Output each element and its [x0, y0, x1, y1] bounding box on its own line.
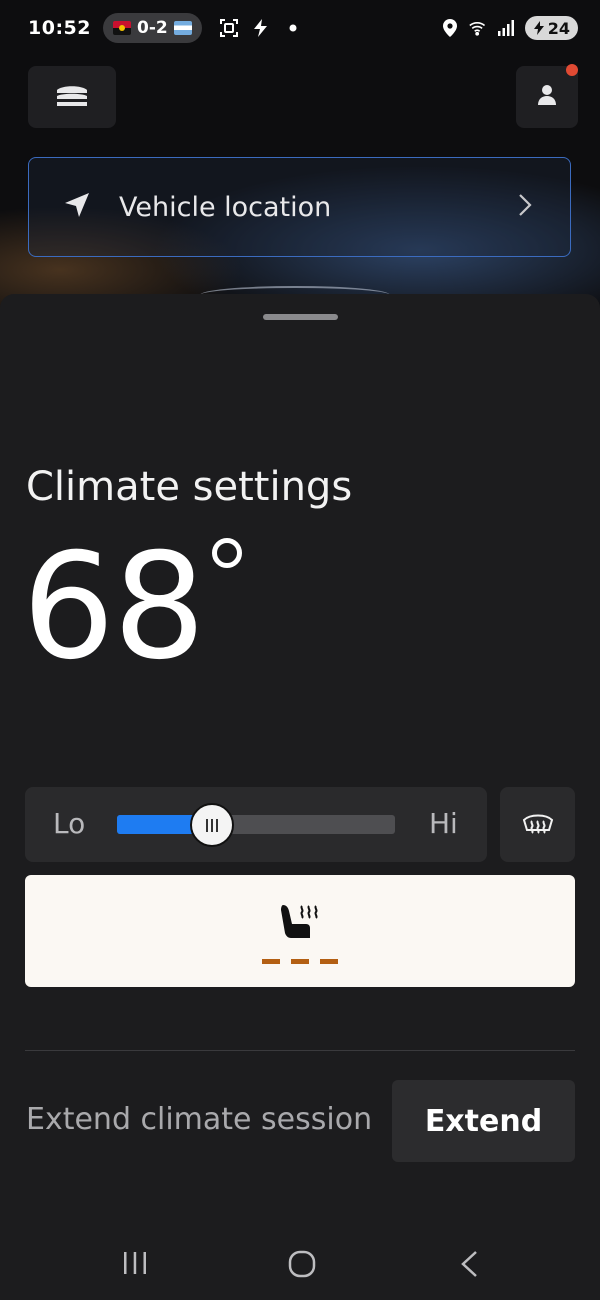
team-flag-icon	[173, 21, 192, 35]
fan-low-label: Lo	[53, 807, 86, 840]
status-bar: 10:52 0-2 24	[0, 0, 600, 56]
climate-title: Climate settings	[26, 464, 353, 510]
vehicles-icon	[55, 81, 89, 113]
signal-icon	[497, 19, 515, 37]
status-time: 10:52	[28, 17, 91, 39]
bolt-icon	[252, 19, 270, 37]
vehicle-location-label: Vehicle location	[119, 191, 332, 223]
location-pin-icon	[441, 19, 459, 37]
seat-heater-button[interactable]	[25, 875, 575, 987]
degree-symbol	[212, 538, 242, 568]
score-text: 0-2	[136, 18, 168, 38]
dot-icon	[284, 19, 302, 37]
vehicles-menu-button[interactable]	[28, 66, 116, 128]
seat-heat-level-bar	[262, 959, 280, 964]
team-flag-icon	[112, 21, 131, 35]
fan-speed-slider: Lo Hi	[25, 787, 487, 862]
extend-button[interactable]: Extend	[392, 1080, 575, 1162]
scan-icon	[219, 19, 238, 37]
profile-icon	[537, 84, 557, 110]
fan-slider-track[interactable]	[117, 803, 395, 847]
seat-heat-level-indicator	[262, 959, 338, 964]
climate-sheet: Climate settings 68 Lo Hi Extend climate…	[0, 294, 600, 1300]
recent-apps-icon[interactable]	[122, 1250, 148, 1276]
seat-heat-level-bar	[320, 959, 338, 964]
fan-high-label: Hi	[429, 807, 458, 840]
extend-climate-label: Extend climate session	[26, 1102, 373, 1137]
temperature-value: 68	[22, 522, 206, 692]
fan-slider-thumb[interactable]	[189, 803, 234, 847]
wifi-icon	[469, 19, 487, 37]
vehicle-location-button[interactable]: Vehicle location	[28, 157, 571, 257]
live-score-pill[interactable]: 0-2	[102, 13, 202, 43]
heated-seat-icon	[280, 902, 320, 946]
rear-defrost-icon	[522, 810, 554, 840]
navigation-arrow-icon	[63, 191, 91, 223]
notification-dot	[566, 64, 578, 76]
system-nav-bar	[0, 1230, 600, 1300]
sheet-grabber[interactable]	[263, 314, 338, 320]
home-icon[interactable]	[288, 1250, 316, 1278]
back-icon[interactable]	[460, 1250, 478, 1278]
chevron-right-icon	[518, 193, 532, 221]
battery-level: 24	[547, 18, 570, 38]
seat-heat-level-bar	[291, 959, 309, 964]
section-divider	[25, 1050, 575, 1051]
profile-button[interactable]	[516, 64, 578, 128]
rear-defrost-button[interactable]	[500, 787, 575, 862]
battery-icon: 24	[524, 16, 578, 40]
